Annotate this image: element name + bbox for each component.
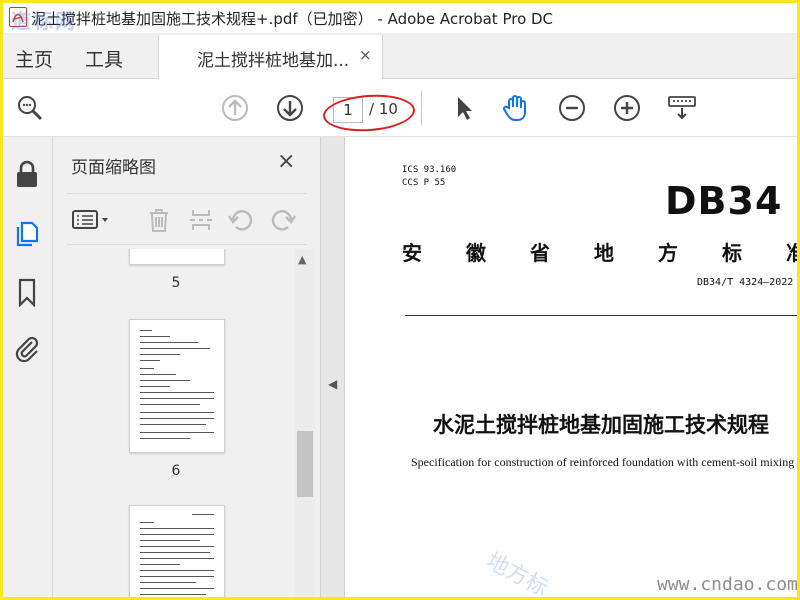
tab-tools[interactable]: 工具 [85, 45, 123, 72]
standard-code: DB34 [665, 179, 783, 223]
collapse-left-icon[interactable]: ◀ [328, 377, 337, 391]
main-toolbar: 1 / 10 [3, 79, 797, 137]
ics-code: ICS 93.160 [402, 165, 457, 175]
page-thumbnails-icon[interactable] [12, 217, 42, 247]
options-icon[interactable] [71, 206, 111, 234]
thumbnail-page[interactable] [129, 249, 225, 265]
scroll-up-icon[interactable]: ▲ [298, 253, 306, 266]
thumbnail-list: 5 6 [53, 249, 303, 597]
header-rule [405, 315, 797, 316]
tab-bar: 主页 工具 泥土搅拌桩地基加... × [3, 33, 797, 80]
document-title-en: Specification for construction of reinfo… [411, 455, 797, 469]
rotate-right-icon[interactable] [269, 206, 297, 234]
rotate-left-icon[interactable] [227, 206, 255, 234]
document-tab-label: 泥土搅拌桩地基加... [197, 51, 350, 71]
acrobat-window: 泥土搅拌桩地基加固施工技术规程+.pdf（已加密） - Adobe Acroba… [3, 3, 797, 597]
tab-home[interactable]: 主页 [15, 45, 53, 72]
keyboard-scroll-icon[interactable] [667, 93, 697, 123]
extract-icon[interactable] [187, 206, 215, 234]
attachment-icon[interactable] [12, 333, 42, 363]
bookmark-icon[interactable] [12, 277, 42, 308]
zoom-out-icon[interactable] [557, 93, 587, 123]
thumbnail-page-number: 5 [171, 275, 181, 291]
watermark-site: www.cndao.com [657, 574, 797, 595]
watermark-diagonal: 地方标 [481, 548, 552, 597]
zoom-in-icon[interactable] [612, 93, 642, 123]
thumbnail-page[interactable] [129, 319, 225, 453]
thumbnail-page-number: 6 [171, 463, 181, 479]
page-up-icon[interactable] [220, 93, 250, 123]
close-tab-icon[interactable]: × [359, 46, 372, 64]
thumbnails-scrollbar[interactable]: ▲ [295, 249, 315, 597]
left-navigation-rail [3, 137, 53, 597]
select-cursor-icon[interactable] [449, 93, 479, 123]
thumbnails-panel-title: 页面缩略图 [71, 158, 156, 178]
lock-icon[interactable] [12, 159, 42, 189]
delete-icon[interactable] [145, 206, 173, 234]
scrollbar-thumb[interactable] [297, 431, 313, 497]
document-tab[interactable]: 泥土搅拌桩地基加... × [158, 35, 383, 80]
standard-type: 安徽省地方标准 [402, 241, 797, 265]
document-title-cn: 水泥土搅拌桩地基加固施工技术规程 [433, 413, 769, 437]
ccs-code: CCS P 55 [402, 178, 446, 188]
title-bar: 泥土搅拌桩地基加固施工技术规程+.pdf（已加密） - Adobe Acroba… [3, 3, 797, 33]
close-panel-icon[interactable]: × [277, 149, 295, 174]
thumbnails-panel: 页面缩略图 × 5 6 ▲ [53, 137, 321, 597]
search-zoom-icon[interactable] [15, 93, 45, 123]
standard-number: DB34/T 4324—2022 [697, 277, 794, 288]
hand-tool-icon[interactable] [501, 93, 531, 123]
page-down-icon[interactable] [275, 93, 305, 123]
toolbar-divider [421, 91, 422, 125]
document-viewport[interactable]: ICS 93.160 CCS P 55 DB34 安徽省地方标准 DB34/T … [345, 137, 797, 597]
thumbnail-page[interactable] [129, 505, 225, 597]
panel-collapse-strip[interactable]: ◀ [321, 137, 345, 597]
window-title: 泥土搅拌桩地基加固施工技术规程+.pdf（已加密） - Adobe Acroba… [31, 10, 554, 28]
thumbnails-toolbar [67, 193, 307, 245]
acrobat-logo-icon [9, 7, 27, 27]
